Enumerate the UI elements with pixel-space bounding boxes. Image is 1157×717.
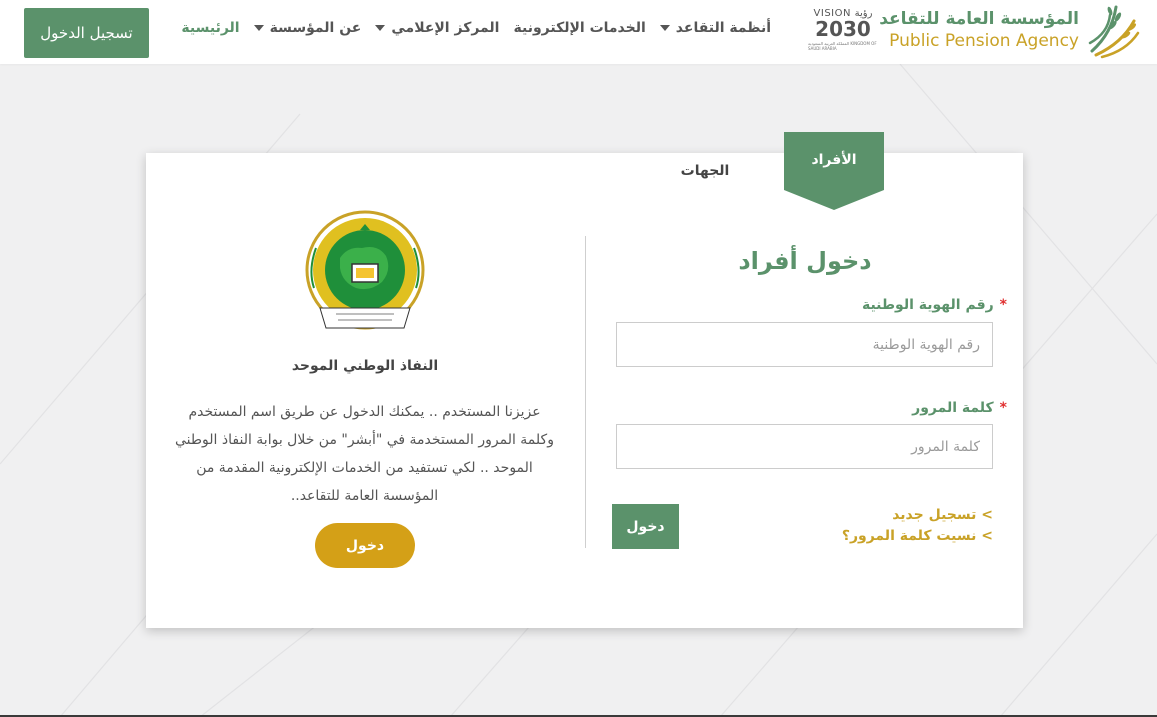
nav-item-0[interactable]: الرئيسية <box>181 20 239 36</box>
password-label: *كلمة المرور <box>912 400 1007 416</box>
tab-entities[interactable]: الجهات <box>670 163 740 179</box>
password-input[interactable] <box>616 424 993 469</box>
nav-item-4[interactable]: أنظمة التقاعد <box>659 20 771 36</box>
login-form-title: دخول أفراد <box>738 247 872 275</box>
nav-item-label: المركز الإعلامي <box>391 20 500 36</box>
nafath-description: عزيزنا المستخدم .. يمكنك الدخول عن طريق … <box>175 404 554 504</box>
nav-item-label: أنظمة التقاعد <box>675 20 771 36</box>
vision-2030-logo: VISION رؤية 2030 المملكة العربية السعودي… <box>808 8 878 54</box>
vision-number: 2030 <box>815 17 871 41</box>
login-button[interactable]: دخول <box>612 504 679 549</box>
register-new-link[interactable]: > تسجيل جديد <box>892 507 993 523</box>
national-id-input[interactable] <box>616 322 993 367</box>
tab-ribbon-shape <box>768 132 884 210</box>
nav-item-2[interactable]: المركز الإعلامي <box>375 20 499 36</box>
tab-individuals[interactable]: الأفراد <box>768 132 884 210</box>
nav-item-label: عن المؤسسة <box>269 20 362 36</box>
agency-name[interactable]: المؤسسة العامة للتقاعد Public Pension Ag… <box>879 8 1079 56</box>
tab-individuals-label: الأفراد <box>811 152 857 168</box>
national-id-label: *رقم الهوية الوطنية <box>861 297 1007 313</box>
required-mark: * <box>999 400 1007 416</box>
nic-seal-logo <box>305 210 425 330</box>
nav-item-label: الرئيسية <box>181 20 240 36</box>
nav-item-label: الخدمات الإلكترونية <box>513 20 646 36</box>
agency-name-arabic: المؤسسة العامة للتقاعد <box>879 9 1079 29</box>
chevron-down-icon <box>253 25 264 31</box>
nafath-title: النفاذ الوطني الموحد <box>291 358 439 374</box>
nav-item-1[interactable]: عن المؤسسة <box>253 20 362 36</box>
top-header: تسجيل الدخول الرئيسية عن المؤسسة المركز ال… <box>0 0 1157 64</box>
forgot-password-link[interactable]: > نسيت كلمة المرور؟ <box>842 528 993 544</box>
agency-logo-icon <box>1088 5 1140 59</box>
chevron-down-icon <box>659 25 670 31</box>
nav-item-3[interactable]: الخدمات الإلكترونية <box>513 20 645 36</box>
chevron-down-icon <box>375 25 386 31</box>
agency-name-english: Public Pension Agency <box>889 31 1079 51</box>
nafath-login-button[interactable]: دخول <box>315 523 415 568</box>
vision-sub-text: المملكة العربية السعودية KINGDOM OF SAUD… <box>808 41 877 51</box>
main-nav: الرئيسية عن المؤسسة المركز الإعلامي الخدمات… <box>181 16 771 40</box>
column-divider <box>585 236 586 548</box>
required-mark: * <box>999 297 1007 313</box>
login-register-button[interactable]: تسجيل الدخول <box>24 8 149 58</box>
